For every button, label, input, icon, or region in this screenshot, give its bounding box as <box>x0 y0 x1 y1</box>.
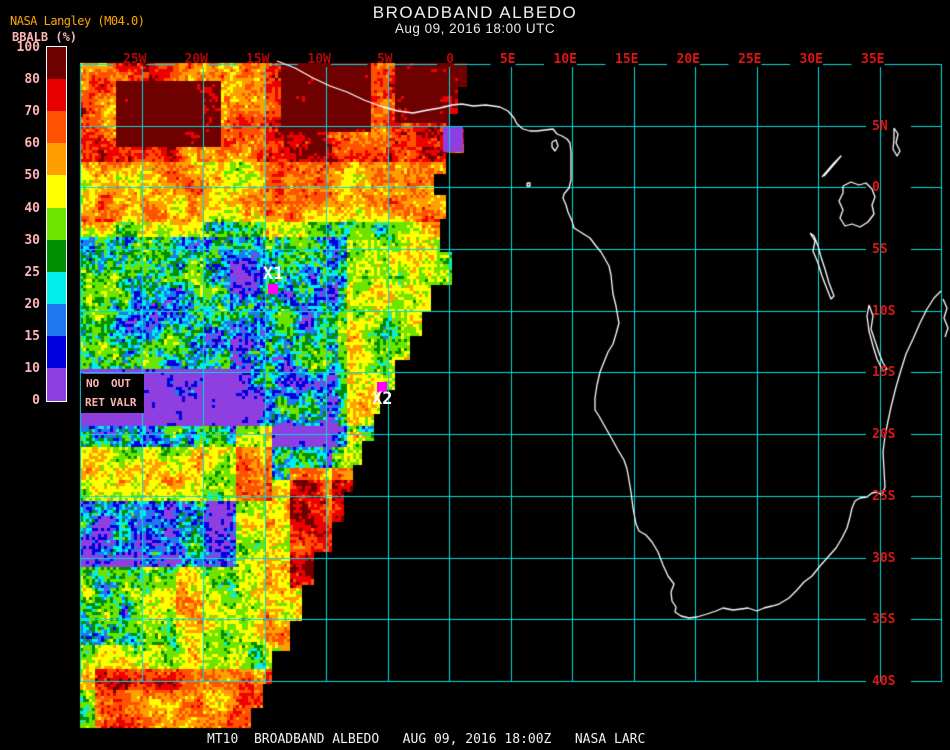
marker-label-X1: X1 <box>263 264 284 284</box>
source-label: NASA Langley (M04.0) <box>10 14 145 28</box>
marker-square-X1 <box>268 284 278 294</box>
colorbar-segment <box>47 111 66 144</box>
colorbar-segment <box>47 335 66 369</box>
lon-label-30E: 30E <box>799 52 823 67</box>
albedo-colorbar <box>46 46 67 402</box>
colorbar-tick-label: 60 <box>24 136 40 152</box>
colorbar-segment <box>47 143 66 176</box>
lat-label-30S: 30S <box>872 550 896 566</box>
legend-out: OUT <box>111 377 131 390</box>
lon-label-35E: 35E <box>861 52 885 67</box>
lon-label-15W: 15W <box>246 52 270 67</box>
lat-label-15S: 15S <box>872 365 896 381</box>
legend-valr: VALR <box>110 396 137 409</box>
lon-label-25W: 25W <box>123 52 147 67</box>
page-subtitle: Aug 09, 2016 18:00 UTC <box>394 21 556 36</box>
lon-label-15E: 15E <box>615 52 639 67</box>
colorbar-tick-label: 15 <box>24 328 40 344</box>
lon-label-5E: 5E <box>499 52 516 67</box>
lat-label-40S: 40S <box>872 674 896 689</box>
page-title: BROADBAND ALBEDO <box>372 3 578 22</box>
lat-label-10S: 10S <box>872 303 896 319</box>
lon-label-0: 0 <box>446 52 454 67</box>
lon-label-10E: 10E <box>553 52 577 67</box>
colorbar-segment <box>47 303 66 337</box>
colorbar-segment <box>47 79 66 112</box>
lon-label-20E: 20E <box>676 52 700 67</box>
colorbar-tick-label: 20 <box>24 296 40 312</box>
lat-label-0: 0 <box>872 180 880 196</box>
legend-ret: RET <box>85 396 105 409</box>
colorbar-segment <box>47 207 66 241</box>
lon-label-20W: 20W <box>184 52 208 67</box>
lat-label-25S: 25S <box>872 488 896 504</box>
lon-label-10W: 10W <box>307 52 331 67</box>
lat-label-5N: 5N <box>872 118 888 134</box>
colorbar-tick-label: 50 <box>24 168 40 184</box>
colorbar-tick-label: 10 <box>24 361 40 376</box>
colorbar-segment <box>47 368 66 401</box>
colorbar-tick-label: 100 <box>16 40 40 55</box>
lat-label-35S: 35S <box>872 612 896 628</box>
lon-label-5W: 5W <box>376 52 393 67</box>
colorbar-tick-label: 30 <box>24 232 40 248</box>
colorbar-tick-label: 80 <box>24 72 40 88</box>
colorbar-segment <box>47 47 66 80</box>
colorbar-tick-label: 25 <box>24 264 40 280</box>
lat-label-5S: 5S <box>872 242 888 257</box>
colorbar-tick-label: 40 <box>24 200 40 216</box>
colorbar-tick-label: 70 <box>24 104 40 120</box>
lon-label-25E: 25E <box>738 52 762 67</box>
colorbar-tick-label: 0 <box>32 393 40 409</box>
colorbar-segment <box>47 175 66 209</box>
satellite-albedo-viewer: BROADBAND ALBEDO Aug 09, 2016 18:00 UTC … <box>0 0 950 750</box>
colorbar-segment <box>47 271 66 305</box>
footer-bar-text: MT10 BROADBAND ALBEDO AUG 09, 2016 18:00… <box>207 732 646 747</box>
colorbar-segment <box>47 239 66 273</box>
no-retrieval-legend: NO OUT RET VALR <box>81 374 144 413</box>
legend-no: NO <box>86 377 100 390</box>
marker-label-X2: X2 <box>372 389 393 409</box>
lat-label-20S: 20S <box>872 427 896 442</box>
